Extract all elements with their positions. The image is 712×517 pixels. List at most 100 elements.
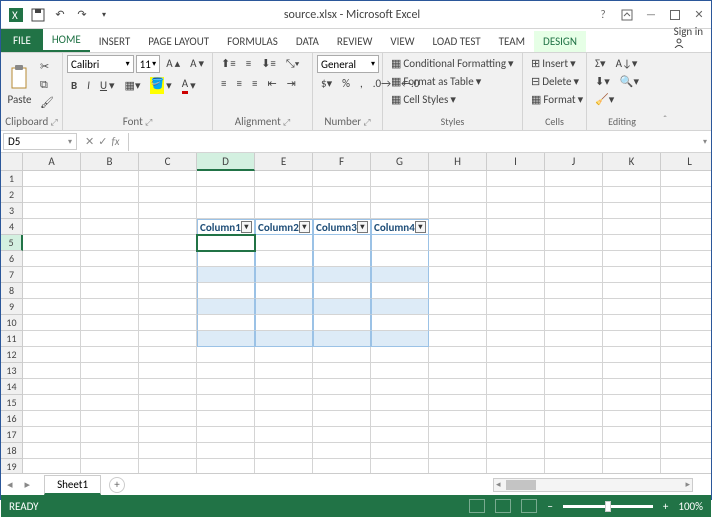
cell-J4[interactable] [545,219,603,235]
cell-F2[interactable] [313,187,371,203]
alignment-launcher-icon[interactable]: ⤢ [283,117,290,128]
sign-in-link[interactable]: Sign in [666,21,711,52]
formula-expand-icon[interactable]: ▾ [699,137,711,147]
cell-A8[interactable] [23,283,81,299]
cell-G3[interactable] [371,203,429,219]
cell-G1[interactable] [371,171,429,187]
cell-H18[interactable] [429,443,487,459]
cell-I15[interactable] [487,395,545,411]
column-header-H[interactable]: H [429,153,487,171]
cell-A10[interactable] [23,315,81,331]
cell-B10[interactable] [81,315,139,331]
cell-I2[interactable] [487,187,545,203]
underline-button[interactable]: U▾ [96,77,119,95]
currency-icon[interactable]: $▾ [317,75,336,93]
cell-C19[interactable] [139,459,197,473]
cell-C15[interactable] [139,395,197,411]
tab-load-test[interactable]: LOAD TEST [424,31,490,52]
column-header-K[interactable]: K [603,153,661,171]
tab-insert[interactable]: INSERT [90,31,140,52]
cell-G2[interactable] [371,187,429,203]
row-header-5[interactable]: 5 [1,235,23,251]
cell-J15[interactable] [545,395,603,411]
paste-button[interactable]: Paste [5,64,34,106]
cell-L4[interactable] [661,219,711,235]
font-name-select[interactable]: Calibri▾ [67,55,134,73]
cell-B18[interactable] [81,443,139,459]
autosum-icon[interactable]: Σ▾ [591,55,610,73]
cell-I13[interactable] [487,363,545,379]
row-header-13[interactable]: 13 [1,363,23,379]
cell-G8[interactable] [371,283,429,299]
cell-I6[interactable] [487,251,545,267]
cell-C4[interactable] [139,219,197,235]
cell-G11[interactable] [371,331,429,347]
cell-E3[interactable] [255,203,313,219]
row-header-1[interactable]: 1 [1,171,23,187]
cell-E17[interactable] [255,427,313,443]
cell-G12[interactable] [371,347,429,363]
cell-L8[interactable] [661,283,711,299]
cell-L16[interactable] [661,411,711,427]
normal-view-icon[interactable] [469,499,485,513]
zoom-in-icon[interactable]: + [663,500,668,513]
cell-I5[interactable] [487,235,545,251]
scrollbar-thumb[interactable] [506,480,536,490]
cell-B13[interactable] [81,363,139,379]
cell-B9[interactable] [81,299,139,315]
cell-H7[interactable] [429,267,487,283]
cell-H10[interactable] [429,315,487,331]
cell-J10[interactable] [545,315,603,331]
comma-icon[interactable]: , [356,75,367,93]
delete-cells-button[interactable]: ⊟ Delete ▾ [527,73,582,91]
row-header-15[interactable]: 15 [1,395,23,411]
cell-H14[interactable] [429,379,487,395]
cell-F15[interactable] [313,395,371,411]
align-top-icon[interactable]: ⬆≡ [217,55,240,73]
row-header-9[interactable]: 9 [1,299,23,315]
cell-B15[interactable] [81,395,139,411]
cell-D18[interactable] [197,443,255,459]
cell-F18[interactable] [313,443,371,459]
cell-D11[interactable] [197,331,255,347]
filter-dropdown-icon[interactable]: ▾ [299,221,310,233]
cell-B16[interactable] [81,411,139,427]
cell-D17[interactable] [197,427,255,443]
cell-J3[interactable] [545,203,603,219]
cell-A3[interactable] [23,203,81,219]
cell-F12[interactable] [313,347,371,363]
cell-K9[interactable] [603,299,661,315]
cell-B2[interactable] [81,187,139,203]
cell-D4[interactable]: Column1▾ [197,219,255,235]
cell-E11[interactable] [255,331,313,347]
cell-I11[interactable] [487,331,545,347]
cell-F10[interactable] [313,315,371,331]
cell-K2[interactable] [603,187,661,203]
cell-D2[interactable] [197,187,255,203]
cell-L9[interactable] [661,299,711,315]
cell-H8[interactable] [429,283,487,299]
cell-E18[interactable] [255,443,313,459]
cell-I18[interactable] [487,443,545,459]
select-all-corner[interactable] [1,153,23,171]
cell-B1[interactable] [81,171,139,187]
percent-icon[interactable]: % [338,75,354,93]
cell-D15[interactable] [197,395,255,411]
column-header-L[interactable]: L [661,153,711,171]
cell-K17[interactable] [603,427,661,443]
cell-H4[interactable] [429,219,487,235]
cell-A2[interactable] [23,187,81,203]
cell-K16[interactable] [603,411,661,427]
cell-K6[interactable] [603,251,661,267]
cell-H9[interactable] [429,299,487,315]
cell-D7[interactable] [197,267,255,283]
cell-K8[interactable] [603,283,661,299]
font-color-button[interactable]: A▾ [178,75,200,96]
column-header-I[interactable]: I [487,153,545,171]
cell-K5[interactable] [603,235,661,251]
cell-B8[interactable] [81,283,139,299]
cell-J7[interactable] [545,267,603,283]
cell-B12[interactable] [81,347,139,363]
cell-A16[interactable] [23,411,81,427]
cell-G10[interactable] [371,315,429,331]
